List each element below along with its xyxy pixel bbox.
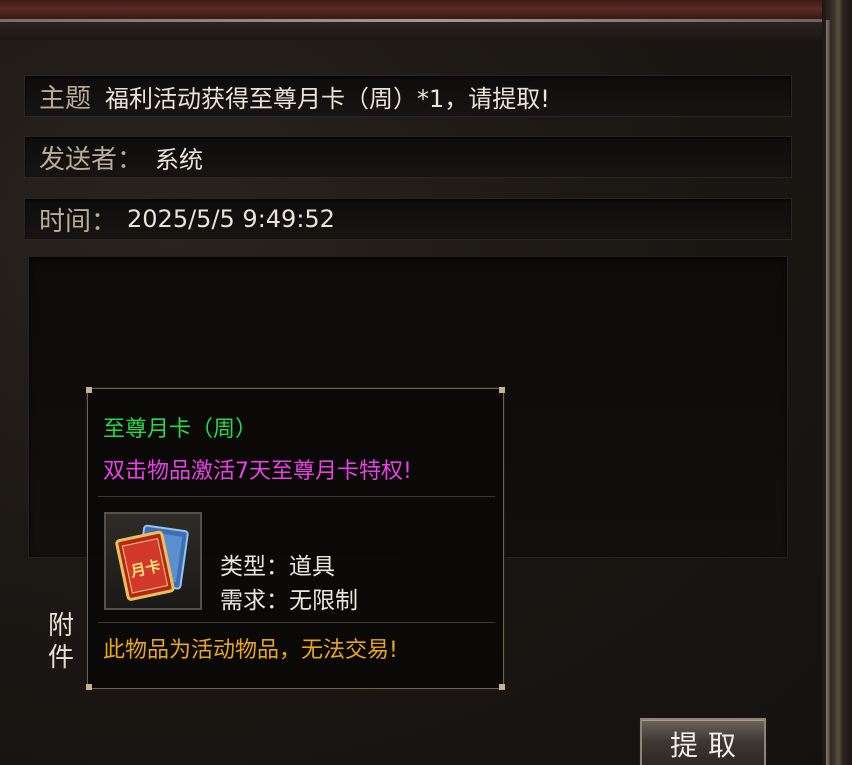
- tooltip-corner-br: [499, 684, 505, 690]
- item-name: 至尊月卡（周）: [103, 417, 258, 442]
- window-top-border: [0, 0, 852, 22]
- mail-detail-window: 主题 福利活动获得至尊月卡（周）*1，请提取! 发送者： 系统 时间： 2025…: [0, 0, 852, 765]
- extract-button[interactable]: 提取: [640, 718, 766, 765]
- time-label: 时间：: [39, 206, 118, 237]
- attachment-label: 附件: [47, 611, 74, 673]
- sender-label: 发送者：: [39, 144, 144, 175]
- item-trade-note: 此物品为活动物品，无法交易!: [103, 638, 398, 663]
- item-description: 双击物品激活7天至尊月卡特权!: [103, 459, 412, 484]
- tooltip-divider-top: [98, 496, 495, 497]
- subject-label: 主题: [39, 83, 92, 114]
- item-requirement: 需求：无限制: [220, 588, 358, 614]
- item-tooltip: 至尊月卡（周） 双击物品激活7天至尊月卡特权! 月卡 类型：道具 需求：无限制: [86, 387, 505, 690]
- tooltip-divider-bottom: [98, 622, 495, 623]
- subject-value: 福利活动获得至尊月卡（周）*1，请提取!: [105, 84, 550, 113]
- item-type: 类型：道具: [220, 554, 335, 580]
- tooltip-corner-tr: [499, 387, 505, 393]
- subject-row: 主题 福利活动获得至尊月卡（周）*1，请提取!: [24, 75, 792, 117]
- time-row: 时间： 2025/5/5 9:49:52: [24, 198, 792, 240]
- sender-row: 发送者： 系统: [24, 136, 792, 178]
- tooltip-corner-tl: [86, 387, 92, 393]
- monthly-card-icon[interactable]: 月卡: [104, 512, 202, 610]
- window-right-frame-edge: [826, 20, 830, 765]
- window-header-bar: [0, 22, 830, 40]
- sender-value: 系统: [155, 145, 204, 174]
- monthly-card-icon-graphic: 月卡: [115, 524, 189, 601]
- tooltip-corner-bl: [86, 684, 92, 690]
- time-value: 2025/5/5 9:49:52: [127, 205, 335, 233]
